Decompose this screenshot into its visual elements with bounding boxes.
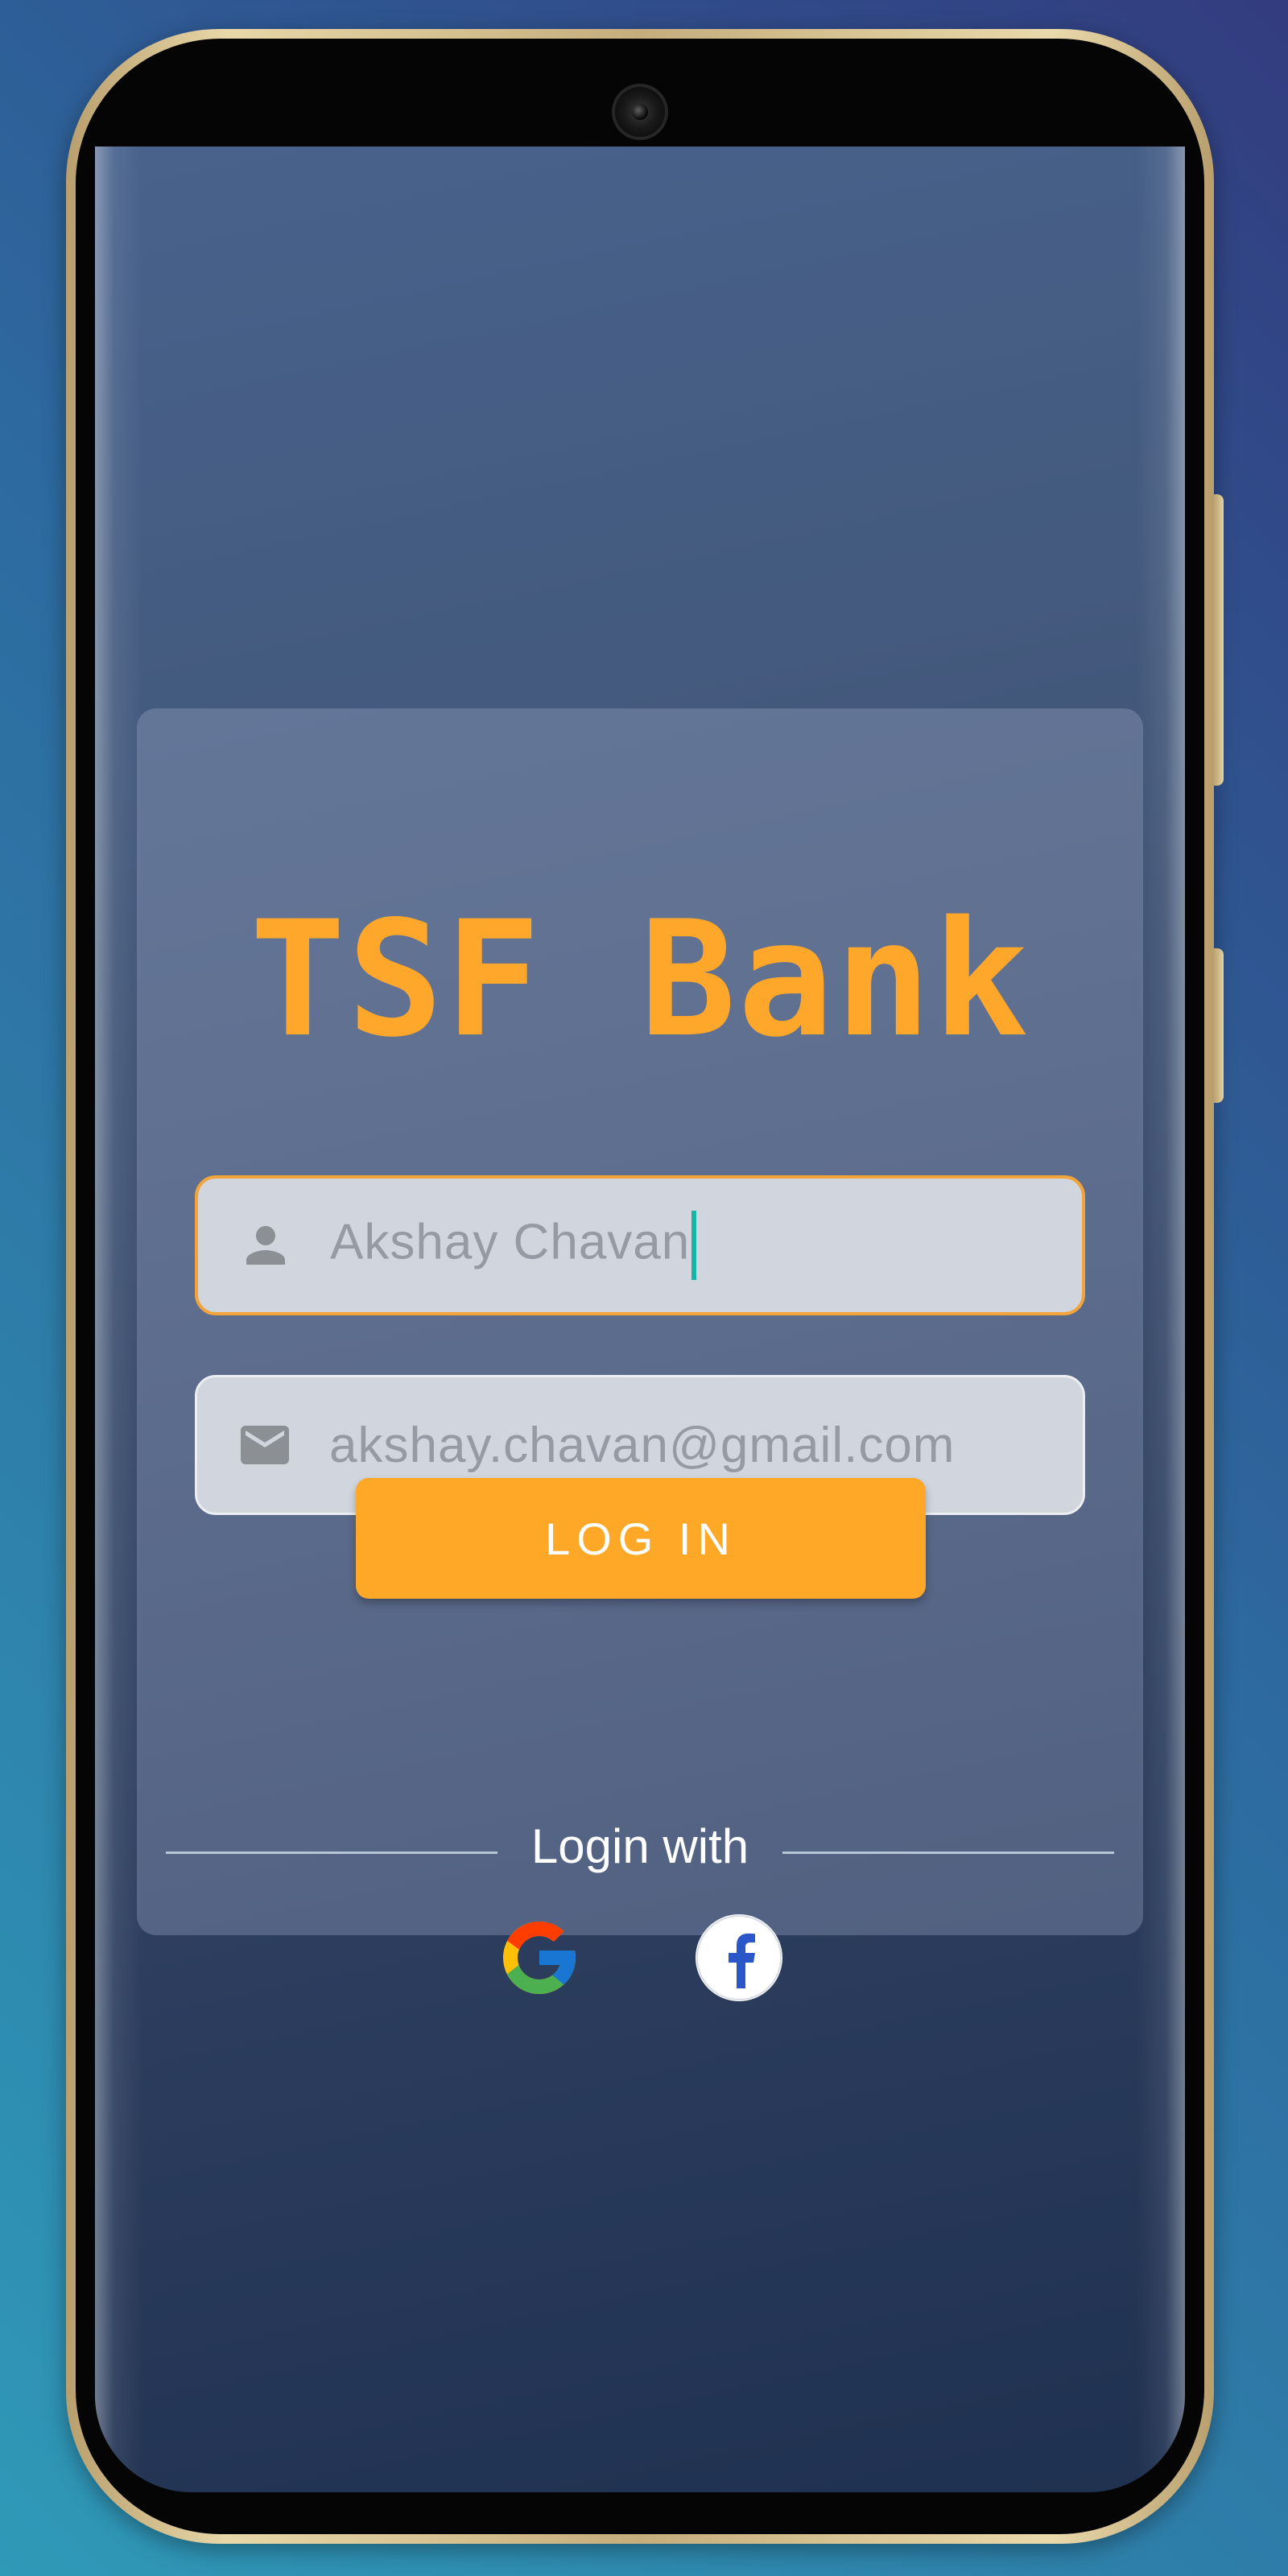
volume-button [1212,494,1224,786]
google-icon [496,1914,583,2001]
name-input[interactable]: Akshay Chavan [330,1211,697,1280]
divider-right [782,1852,1114,1854]
power-button [1212,948,1224,1103]
text-cursor [691,1211,697,1280]
facebook-login-button[interactable] [696,1914,782,2001]
name-input-text: Akshay Chavan [330,1214,691,1270]
front-camera-icon [612,84,668,140]
login-card: TSF Bank Akshay Chavan akshay.chavan@gma… [137,708,1143,2001]
login-button[interactable]: LOG IN [356,1478,926,1599]
name-field[interactable]: Akshay Chavan [195,1175,1085,1315]
email-input[interactable]: akshay.chavan@gmail.com [329,1417,955,1474]
facebook-icon [696,1914,782,2001]
app-title: TSF Bank [250,886,1030,1072]
screen-edge-highlight [1137,147,1185,2492]
login-with-label: Login with [530,1819,749,1873]
app-screen: TSF Bank Akshay Chavan akshay.chavan@gma… [95,147,1185,2492]
screen-edge-highlight [95,147,143,2492]
person-icon [237,1216,295,1274]
google-login-button[interactable] [496,1914,583,2001]
mail-icon [236,1416,294,1474]
